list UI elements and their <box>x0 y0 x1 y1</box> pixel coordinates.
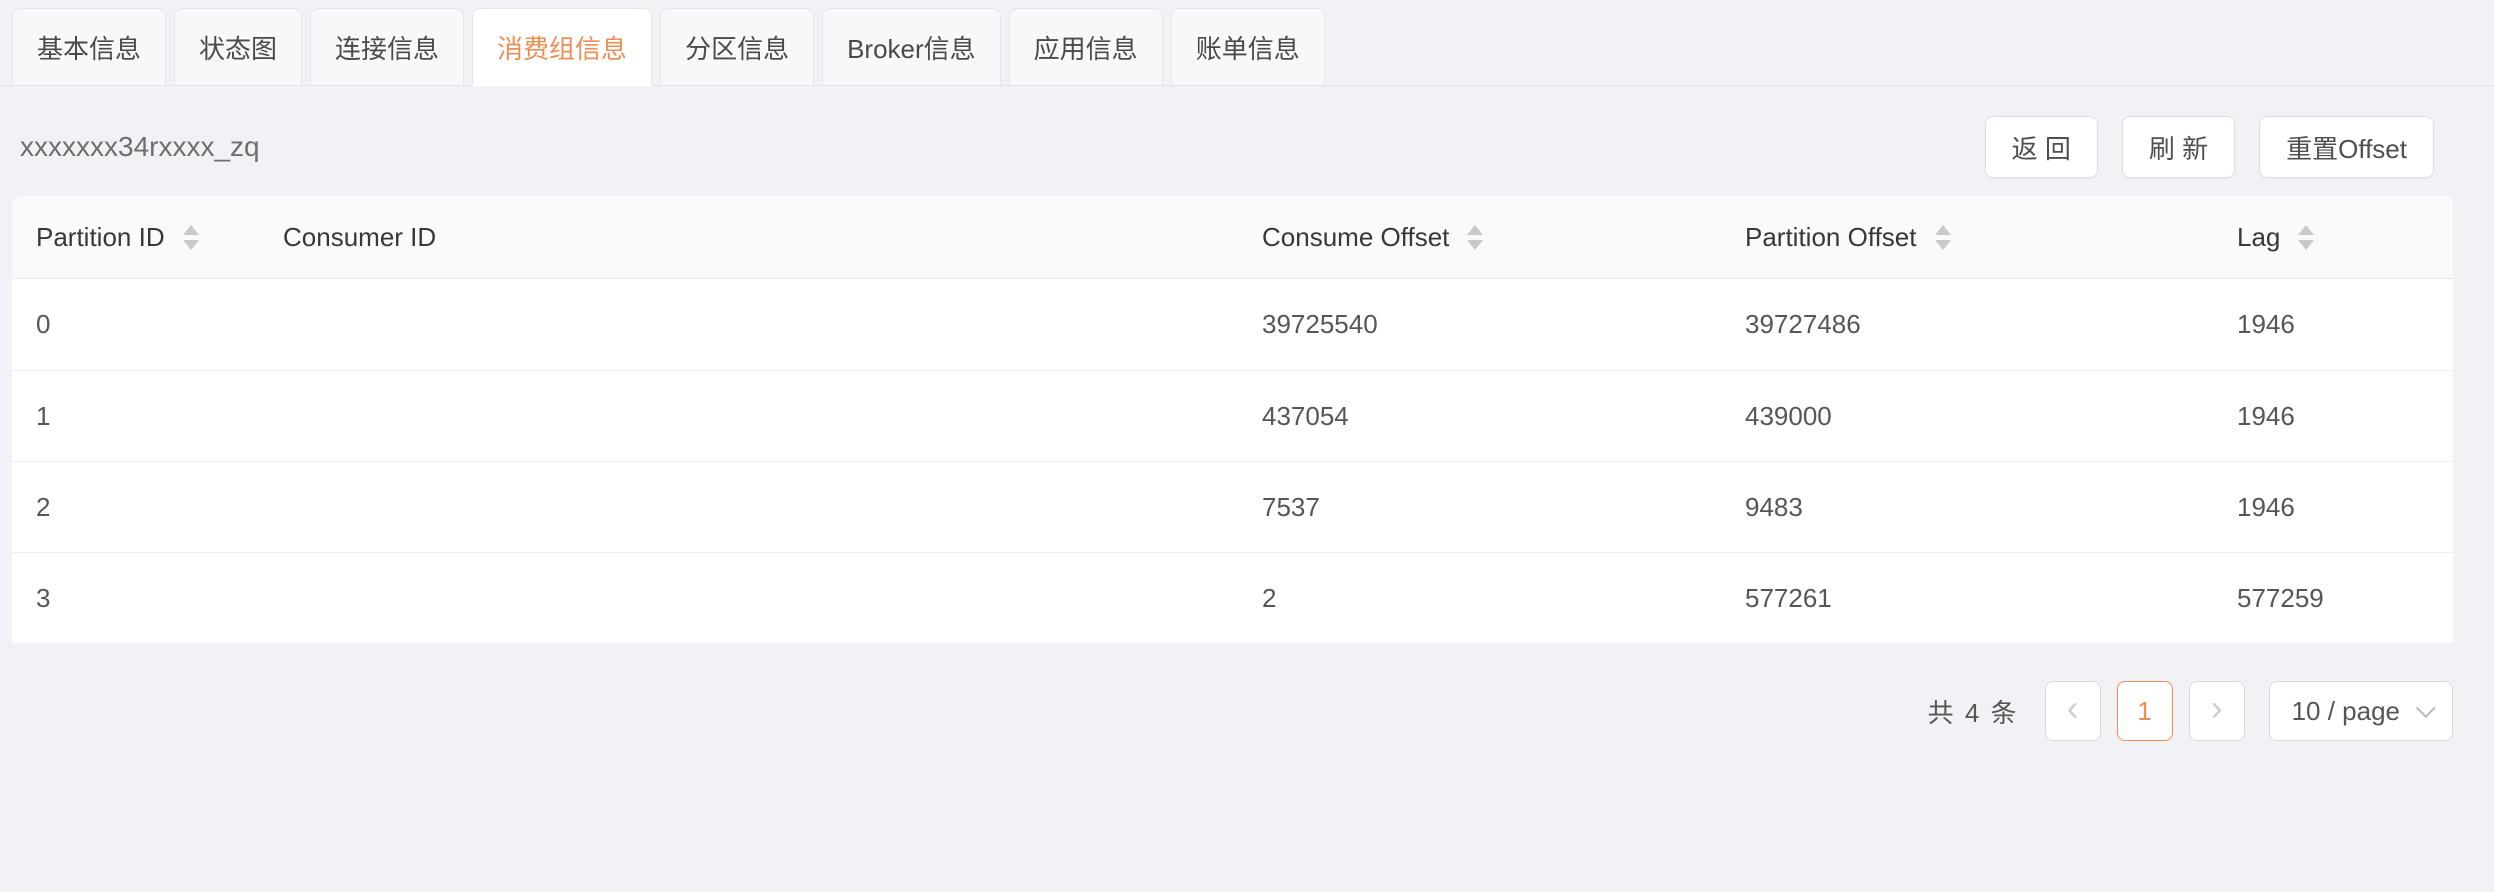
cell-consume-offset: 437054 <box>1238 401 1721 432</box>
consumer-group-table: Partition ID Consumer ID Consume Offset … <box>12 196 2453 643</box>
topic-name-title: xxxxxxx34rxxxx_zq <box>20 131 260 163</box>
tab-connection-info[interactable]: 连接信息 <box>310 8 464 86</box>
cell-partition-id: 0 <box>12 309 259 340</box>
back-button[interactable]: 返 回 <box>1985 116 2098 178</box>
cell-lag: 577259 <box>2213 583 2453 614</box>
sort-icon[interactable] <box>2298 225 2314 250</box>
tab-broker-info[interactable]: Broker信息 <box>822 8 1001 86</box>
tab-application-info[interactable]: 应用信息 <box>1009 8 1163 86</box>
chevron-right-icon: › <box>2211 690 2223 732</box>
cell-lag: 1946 <box>2213 401 2453 432</box>
reset-offset-button[interactable]: 重置Offset <box>2259 116 2434 178</box>
cell-partition-offset: 9483 <box>1721 492 2213 523</box>
table-row: 2 7537 9483 1946 <box>12 461 2453 552</box>
table-row: 0 39725540 39727486 1946 <box>12 279 2453 370</box>
chevron-down-icon <box>2416 698 2436 718</box>
sort-asc-icon <box>183 225 199 235</box>
tab-bar: 基本信息 状态图 连接信息 消费组信息 分区信息 Broker信息 应用信息 账… <box>0 0 2494 86</box>
cell-partition-offset: 39727486 <box>1721 309 2213 340</box>
table-header-row: Partition ID Consumer ID Consume Offset … <box>12 196 2453 279</box>
cell-partition-offset: 439000 <box>1721 401 2213 432</box>
table-header: Partition ID Consumer ID Consume Offset … <box>12 196 2453 279</box>
sort-desc-icon <box>1467 240 1483 250</box>
refresh-button[interactable]: 刷 新 <box>2122 116 2235 178</box>
tab-basic-info[interactable]: 基本信息 <box>12 8 166 86</box>
cell-consume-offset: 39725540 <box>1238 309 1721 340</box>
sort-asc-icon <box>1935 225 1951 235</box>
tab-status-chart[interactable]: 状态图 <box>174 8 302 86</box>
cell-lag: 1946 <box>2213 492 2453 523</box>
column-header-partition-id: Partition ID <box>12 222 259 253</box>
chevron-left-icon: ‹ <box>2067 690 2079 732</box>
cell-partition-id: 2 <box>12 492 259 523</box>
column-header-consume-offset: Consume Offset <box>1238 222 1721 253</box>
sort-desc-icon <box>2298 240 2314 250</box>
page-1-button[interactable]: 1 <box>2117 681 2173 741</box>
toolbar: xxxxxxx34rxxxx_zq 返 回 刷 新 重置Offset <box>20 116 2434 178</box>
tab-partition-info[interactable]: 分区信息 <box>660 8 814 86</box>
cell-consume-offset: 2 <box>1238 583 1721 614</box>
column-label: Consume Offset <box>1262 222 1449 253</box>
column-label: Lag <box>2237 222 2280 253</box>
column-label: Partition Offset <box>1745 222 1917 253</box>
sort-icon[interactable] <box>1935 225 1951 250</box>
table-row: 3 2 577261 577259 <box>12 552 2453 643</box>
sort-asc-icon <box>1467 225 1483 235</box>
tab-billing-info[interactable]: 账单信息 <box>1171 8 1325 86</box>
column-header-lag: Lag <box>2213 222 2453 253</box>
toolbar-actions: 返 回 刷 新 重置Offset <box>1961 116 2434 178</box>
column-header-consumer-id: Consumer ID <box>259 222 1238 253</box>
column-label: Partition ID <box>36 222 165 253</box>
sort-icon[interactable] <box>1467 225 1483 250</box>
pagination: 共 4 条 ‹ 1 › 10 / page <box>12 681 2453 741</box>
column-header-partition-offset: Partition Offset <box>1721 222 2213 253</box>
cell-consume-offset: 7537 <box>1238 492 1721 523</box>
cell-lag: 1946 <box>2213 309 2453 340</box>
table-body: 0 39725540 39727486 1946 1 437054 439000… <box>12 279 2453 643</box>
sort-desc-icon <box>1935 240 1951 250</box>
cell-partition-offset: 577261 <box>1721 583 2213 614</box>
total-count-label: 共 4 条 <box>1928 693 2019 730</box>
cell-partition-id: 3 <box>12 583 259 614</box>
prev-page-button[interactable]: ‹ <box>2045 681 2101 741</box>
table-row: 1 437054 439000 1946 <box>12 370 2453 461</box>
sort-icon[interactable] <box>183 225 199 250</box>
page-size-value: 10 / page <box>2292 696 2400 727</box>
cell-partition-id: 1 <box>12 401 259 432</box>
sort-asc-icon <box>2298 225 2314 235</box>
page-size-select[interactable]: 10 / page <box>2269 681 2453 741</box>
next-page-button[interactable]: › <box>2189 681 2245 741</box>
sort-desc-icon <box>183 240 199 250</box>
column-label: Consumer ID <box>283 222 436 253</box>
tab-consumer-group-info[interactable]: 消费组信息 <box>472 8 652 86</box>
